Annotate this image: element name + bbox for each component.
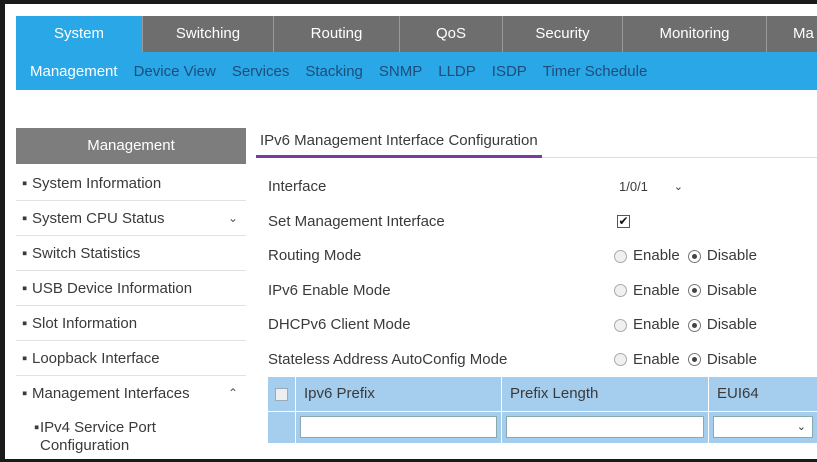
subnav-timer-schedule[interactable]: Timer Schedule bbox=[535, 63, 656, 80]
disable-label: Disable bbox=[706, 316, 757, 333]
sidebar-item-label: Switch Statistics bbox=[32, 245, 141, 262]
interface-row: Interface 1/0/1 ⌄ bbox=[268, 170, 817, 205]
ipv6-enable-mode-disable-radio[interactable] bbox=[687, 284, 701, 298]
sidebar-subitem-label: IPv4 Service Port Configuration bbox=[40, 419, 156, 454]
subnav-isdp[interactable]: ISDP bbox=[484, 63, 535, 80]
disable-label: Disable bbox=[706, 247, 757, 264]
tab-maintenance[interactable]: Ma bbox=[767, 16, 817, 52]
config-form: Interface 1/0/1 ⌄ Set Management Interfa… bbox=[268, 170, 817, 377]
enable-label: Enable bbox=[633, 316, 680, 333]
stateless-autoconfig-mode-enable-radio[interactable] bbox=[614, 353, 627, 367]
set-management-interface-row: Set Management Interface ✔ bbox=[268, 205, 817, 240]
row-checkbox-cell bbox=[268, 412, 296, 443]
chevron-down-icon: ⌄ bbox=[673, 181, 683, 193]
interface-select-value: 1/0/1 bbox=[619, 179, 648, 194]
tab-system[interactable]: System bbox=[16, 16, 143, 52]
tab-switching[interactable]: Switching bbox=[143, 16, 274, 52]
prefix-length-cell bbox=[502, 412, 709, 443]
page-title-bar: IPv6 Management Interface Configuration bbox=[256, 128, 817, 158]
dhcpv6-client-mode-disable-radio[interactable] bbox=[687, 318, 701, 332]
top-nav: System Switching Routing QoS Security Mo… bbox=[16, 16, 817, 52]
bullet-icon: ▪ bbox=[22, 280, 28, 297]
sidebar-item-loopback-interface[interactable]: ▪ Loopback Interface bbox=[16, 341, 246, 376]
subnav-services[interactable]: Services bbox=[224, 63, 298, 80]
subnav-stacking[interactable]: Stacking bbox=[297, 63, 371, 80]
sidebar-item-system-information[interactable]: ▪ System Information bbox=[16, 166, 246, 201]
sidebar-item-label: USB Device Information bbox=[32, 280, 193, 297]
set-management-interface-checkbox[interactable]: ✔ bbox=[617, 215, 630, 229]
dhcpv6-client-mode-label: DHCPv6 Client Mode bbox=[268, 316, 411, 333]
bullet-icon: ▪ bbox=[22, 350, 28, 367]
interface-label: Interface bbox=[268, 178, 327, 195]
column-header-ipv6-prefix[interactable]: Ipv6 Prefix bbox=[296, 377, 502, 411]
disable-label: Disable bbox=[706, 281, 757, 299]
bullet-icon: ▪ bbox=[22, 315, 28, 332]
sidebar-item-usb-device-information[interactable]: ▪ USB Device Information bbox=[16, 271, 246, 306]
stateless-autoconfig-mode-disable-radio[interactable] bbox=[687, 353, 701, 367]
sidebar-item-label: Management Interfaces bbox=[32, 385, 190, 402]
dhcpv6-client-mode-row: DHCPv6 Client Mode Enable Disable bbox=[268, 308, 817, 343]
stateless-autoconfig-mode-label: Stateless Address AutoConfig Mode bbox=[268, 350, 508, 368]
page-title: IPv6 Management Interface Configuration bbox=[256, 128, 542, 158]
subnav-lldp[interactable]: LLDP bbox=[430, 63, 484, 80]
ipv6-enable-mode-label: IPv6 Enable Mode bbox=[268, 281, 391, 299]
eui64-cell: ⌄ bbox=[709, 412, 817, 443]
tab-routing[interactable]: Routing bbox=[274, 16, 400, 52]
sidebar-item-label: System CPU Status bbox=[32, 210, 165, 227]
tab-monitoring[interactable]: Monitoring bbox=[623, 16, 767, 52]
enable-label: Enable bbox=[633, 281, 680, 299]
ipv6-prefix-cell bbox=[296, 412, 502, 443]
chevron-up-icon[interactable]: ⌃ bbox=[228, 376, 238, 411]
bullet-icon: ▪ bbox=[22, 210, 28, 227]
enable-label: Enable bbox=[633, 350, 680, 368]
dhcpv6-client-mode-enable-radio[interactable] bbox=[614, 318, 627, 332]
chevron-down-icon[interactable]: ⌄ bbox=[228, 201, 238, 236]
stateless-autoconfig-mode-row: Stateless Address AutoConfig Mode Enable… bbox=[268, 343, 817, 378]
disable-label: Disable bbox=[706, 350, 757, 368]
subnav-management[interactable]: Management bbox=[16, 63, 126, 80]
tab-qos[interactable]: QoS bbox=[400, 16, 503, 52]
sidebar-item-system-cpu-status[interactable]: ▪ System CPU Status ⌄ bbox=[16, 201, 246, 236]
sidebar-item-label: Slot Information bbox=[32, 315, 138, 332]
table-row: ⌄ bbox=[268, 411, 817, 443]
ipv6-enable-mode-row: IPv6 Enable Mode Enable Disable bbox=[268, 274, 817, 309]
prefix-length-input[interactable] bbox=[506, 416, 704, 438]
eui64-select[interactable]: ⌄ bbox=[713, 416, 813, 438]
table-header-row: Ipv6 Prefix Prefix Length EUI64 bbox=[268, 377, 817, 411]
routing-mode-row: Routing Mode Enable Disable bbox=[268, 239, 817, 274]
sub-nav: Management Device View Services Stacking… bbox=[16, 52, 817, 90]
sidebar-item-slot-information[interactable]: ▪ Slot Information bbox=[16, 306, 246, 341]
bullet-icon: ▪ bbox=[22, 245, 28, 262]
sidebar-item-label: System Information bbox=[32, 175, 162, 192]
bullet-icon: ▪ bbox=[22, 385, 28, 402]
sidebar-header: Management bbox=[16, 128, 246, 164]
sidebar: Management ▪ System Information ▪ System C… bbox=[16, 128, 246, 462]
chevron-down-icon: ⌄ bbox=[796, 421, 806, 433]
routing-mode-label: Routing Mode bbox=[268, 247, 362, 264]
select-all-cell bbox=[268, 377, 296, 411]
routing-mode-enable-radio[interactable] bbox=[614, 249, 627, 263]
sidebar-item-management-interfaces[interactable]: ▪ Management Interfaces ⌃ bbox=[16, 376, 246, 411]
sidebar-item-label: Loopback Interface bbox=[32, 350, 160, 367]
ipv6-prefix-input[interactable] bbox=[300, 416, 497, 438]
subnav-device-view[interactable]: Device View bbox=[126, 63, 224, 80]
sidebar-item-switch-statistics[interactable]: ▪ Switch Statistics bbox=[16, 236, 246, 271]
routing-mode-disable-radio[interactable] bbox=[687, 249, 701, 263]
tab-security[interactable]: Security bbox=[503, 16, 623, 52]
ipv6-prefix-table: Ipv6 Prefix Prefix Length EUI64 ⌄ bbox=[268, 377, 817, 443]
enable-label: Enable bbox=[633, 247, 680, 264]
select-all-checkbox[interactable] bbox=[275, 387, 288, 401]
ipv6-enable-mode-enable-radio[interactable] bbox=[614, 284, 627, 298]
sidebar-subitem-ipv4-service-port[interactable]: ▪IPv4 Service Port Configuration bbox=[16, 411, 246, 455]
set-management-interface-label: Set Management Interface bbox=[268, 212, 445, 230]
bullet-icon: ▪ bbox=[22, 175, 28, 192]
interface-select[interactable]: 1/0/1 ⌄ bbox=[614, 175, 690, 199]
subnav-snmp[interactable]: SNMP bbox=[371, 63, 430, 80]
column-header-prefix-length[interactable]: Prefix Length bbox=[502, 377, 709, 411]
column-header-eui64[interactable]: EUI64 bbox=[709, 377, 817, 411]
